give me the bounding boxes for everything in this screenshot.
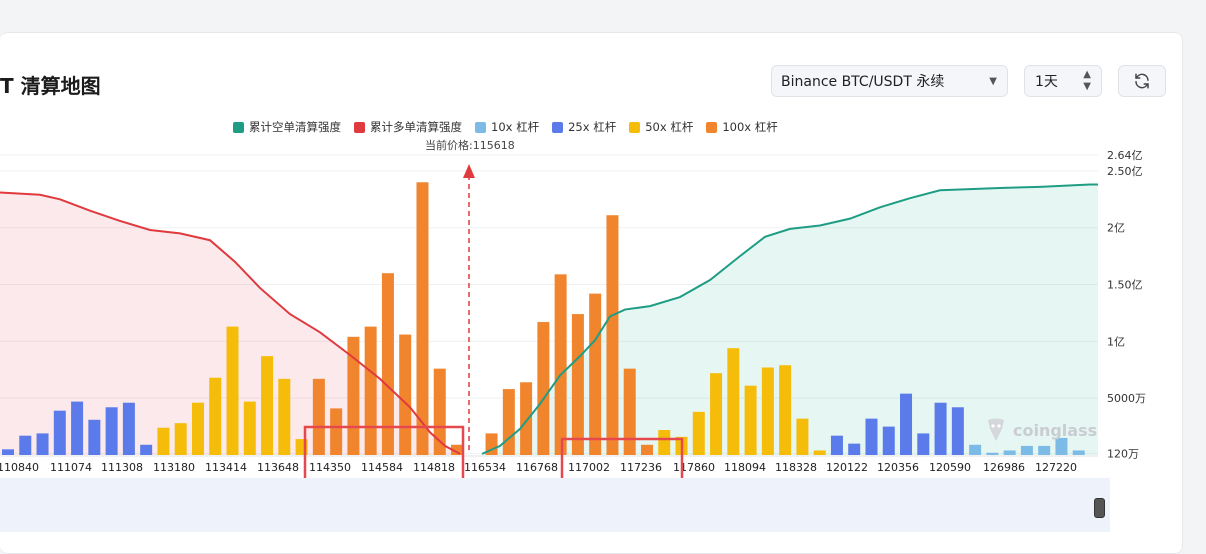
x-tick-label: 117860 [673,461,715,474]
bar-50x [744,385,757,455]
x-tick-label: 110840 [0,461,39,474]
x-tick-label: 126986 [983,461,1025,474]
y-tick-label: 120万 [1107,448,1139,461]
y-tick-label: 1亿 [1107,335,1125,348]
bar-25x [88,419,101,455]
bar-25x [19,435,32,455]
bar-50x [261,356,274,455]
bar-10x [969,444,982,455]
bar-50x [813,450,826,455]
x-tick-label: 120356 [877,461,919,474]
bar-10x [986,452,999,455]
bar-25x [917,433,930,455]
x-tick-label: 118094 [724,461,766,474]
watermark-text: coinglass [1013,420,1098,440]
bar-100x [606,215,619,455]
bar-25x [934,402,947,455]
bar-100x [623,368,636,455]
x-tick-label: 113648 [257,461,299,474]
coinglass-logo-icon [988,418,1004,441]
x-tick-label: 113180 [153,461,195,474]
x-tick-label: 120590 [929,461,971,474]
bar-100x [330,408,343,455]
bar-25x [2,449,14,455]
bar-50x [209,377,222,455]
bar-25x [53,410,66,455]
bar-25x [865,418,878,455]
x-tick-label: 117236 [620,461,662,474]
zoom-slider-handle[interactable] [1094,498,1105,518]
bar-50x [191,402,204,455]
bar-10x [1072,450,1085,455]
bar-100x [537,322,550,455]
bar-100x [416,182,429,456]
bar-50x [692,411,705,455]
bar-25x [140,444,153,455]
y-tick-label: 2.50亿 [1107,165,1143,178]
bar-10x [1020,445,1033,455]
liquidation-chart: 2.64亿 2.50亿 2亿 1.50亿 1亿 5000万 120万 110840 111074… [0,149,1146,501]
bar-100x [640,444,653,455]
chart-zoom-slider[interactable] [0,478,1110,532]
x-tick-label: 114350 [309,461,351,474]
bar-50x [157,427,170,455]
y-tick-label: 5000万 [1107,392,1146,405]
bar-100x [312,378,325,455]
bar-25x [882,426,895,455]
y-tick-label: 2.64亿 [1107,149,1143,162]
bar-25x [830,435,843,455]
x-tick-label: 120122 [826,461,868,474]
bar-50x [796,418,809,455]
bar-50x [226,326,239,455]
bar-25x [848,443,861,455]
bar-25x [900,393,913,455]
bar-50x [761,367,774,455]
bar-50x [727,348,740,455]
y-tick-label: 1.50亿 [1107,279,1143,292]
x-tick-label: 116768 [516,461,558,474]
x-tick-label: 114818 [413,461,455,474]
y-tick-label: 2亿 [1107,222,1125,235]
bar-100x [589,293,602,455]
bar-50x [174,423,187,455]
bar-10x [1038,445,1051,455]
x-tick-label: 114584 [361,461,403,474]
x-tick-label: 111074 [50,461,92,474]
bar-100x [399,334,412,455]
bar-100x [571,314,584,455]
bar-10x [1003,450,1016,455]
bar-50x [278,378,291,455]
bar-25x [105,407,118,455]
x-tick-label: 117002 [568,461,610,474]
bar-50x [243,401,256,455]
x-tick-label: 127220 [1035,461,1077,474]
x-tick-label: 111308 [101,461,143,474]
bar-50x [658,430,671,455]
bar-100x [554,274,567,455]
bar-25x [36,433,49,455]
bar-50x [710,373,723,455]
bar-25x [122,402,135,455]
coinglass-watermark: coinglass [985,417,1097,443]
bar-100x [502,389,515,455]
bar-50x [779,365,792,455]
bar-100x [520,382,533,455]
bar-25x [951,407,964,455]
bar-100x [364,326,377,455]
x-tick-label: 113414 [205,461,247,474]
x-tick-label: 118328 [775,461,817,474]
x-tick-label: 116534 [464,461,506,474]
bar-25x [71,401,84,455]
